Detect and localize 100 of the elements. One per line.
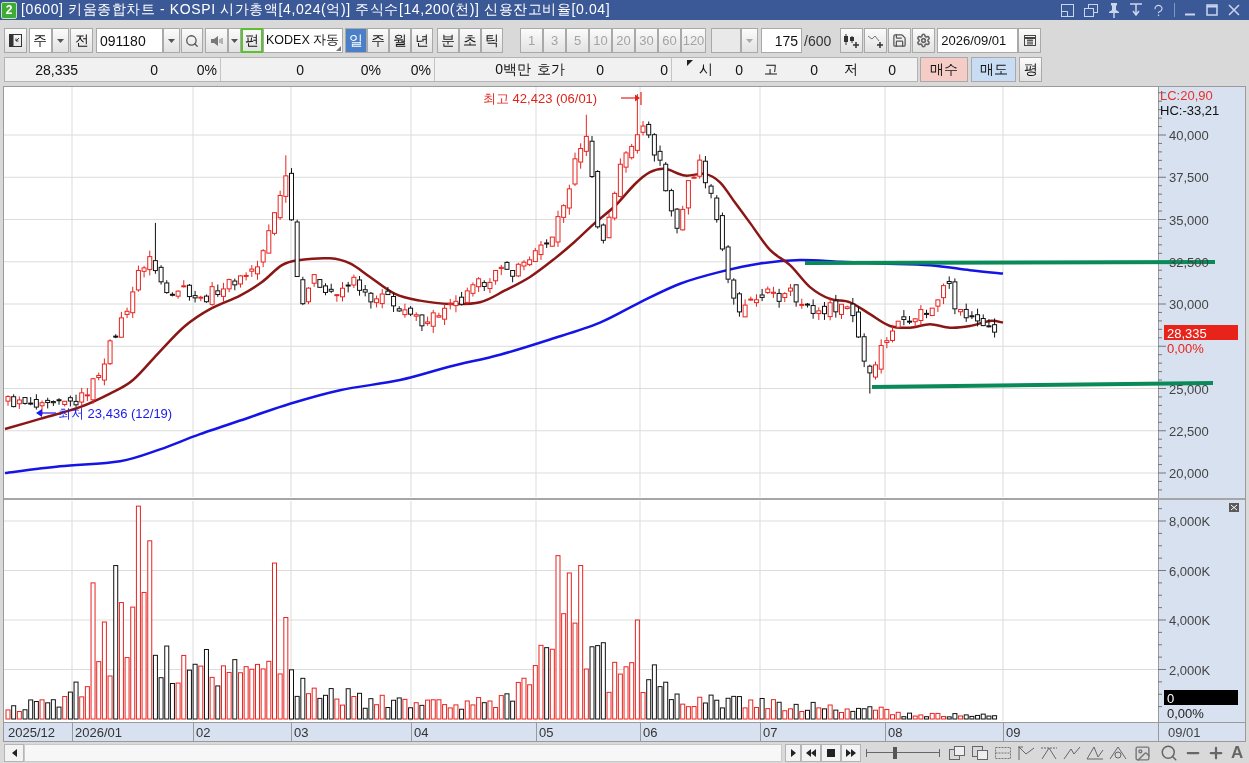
dropdown-button[interactable] (52, 28, 69, 53)
edit-button[interactable]: 편 (241, 28, 263, 53)
window-number-badge: 2 (1, 1, 17, 19)
dropdown-button[interactable] (163, 28, 180, 53)
next-button[interactable] (785, 744, 801, 762)
search-icon[interactable] (1160, 744, 1178, 762)
indicator-value: LC:20,90 (1160, 88, 1213, 103)
date-field[interactable]: 2026/09/01 (937, 28, 1019, 53)
volume-axis-label: 4,000K (1169, 613, 1211, 628)
pin-icon[interactable] (1129, 2, 1143, 18)
date-axis-label: 03 (294, 725, 309, 740)
caret-icon (746, 38, 753, 43)
fast-forward-button[interactable] (841, 744, 861, 762)
triangle-right-icon (790, 749, 796, 757)
candlestick-add-icon (843, 33, 861, 48)
caret-icon (231, 38, 238, 43)
indicator-value: HC:-33,21 (1160, 103, 1220, 118)
settings-icon (916, 33, 932, 48)
angled-line-icon[interactable] (1063, 745, 1082, 761)
save-icon (892, 33, 908, 48)
stock-code-field[interactable]: 091180 (96, 28, 163, 53)
quote-label: 저 (843, 59, 859, 79)
date-axis-label: 08 (888, 725, 903, 740)
triangle-left-icon (11, 749, 17, 757)
quote-label: 호가 (535, 59, 566, 79)
window-title: [0600] 키움종합차트 - KOSPI 시가총액[4,024(억)] 주식수[14,200(천)] 신용잔고비율[0.04] (21, 1, 611, 19)
stop-button[interactable] (821, 744, 841, 762)
windows-icon[interactable] (1083, 2, 1099, 18)
market-field[interactable]: 주 (29, 28, 52, 53)
quote-value: 0 (220, 58, 307, 81)
quote-value: 0 (734, 60, 744, 80)
rewind-icon (806, 749, 816, 757)
sound-button[interactable] (205, 28, 228, 53)
date-axis-label: 04 (414, 725, 429, 740)
caret-icon (168, 38, 175, 43)
pane-maximize-icon[interactable] (1229, 503, 1239, 512)
period-tab[interactable]: 초 (459, 28, 481, 53)
date-axis-label: 09 (1006, 725, 1021, 740)
calendar-button[interactable] (1018, 28, 1042, 53)
corner-flag-icon (687, 60, 693, 66)
image-icon[interactable] (1134, 744, 1151, 762)
period-tab[interactable]: 년 (411, 28, 433, 53)
text-tool-button[interactable]: A (1229, 744, 1246, 762)
rewind-button[interactable] (801, 744, 821, 762)
scroll-left-button[interactable] (4, 744, 24, 762)
add-line-button[interactable] (864, 28, 888, 53)
volume-axis-label: 2,000K (1169, 662, 1211, 678)
save-button[interactable] (888, 28, 912, 53)
quote-label: 고 (763, 59, 779, 79)
window-layout-icon[interactable] (1060, 2, 1075, 18)
quote-value: 28,335 (34, 60, 79, 80)
price-axis-label: 40,000 (1169, 128, 1209, 143)
date-axis-label: 06 (643, 725, 658, 740)
current-price-tag: 28,335 (1164, 325, 1238, 341)
pin-icon[interactable] (1107, 2, 1121, 18)
close-icon[interactable] (1227, 3, 1241, 17)
price-axis-label: 20,000 (1169, 466, 1209, 481)
line-add-icon (867, 33, 885, 48)
period-tab[interactable]: 월 (389, 28, 411, 53)
price-change-label: 0,00% (1167, 341, 1204, 356)
period-tab[interactable]: 일 (345, 28, 367, 53)
settings-button[interactable] (912, 28, 936, 53)
previous-button[interactable]: 전 (70, 28, 93, 53)
volume-axis-label: 8,000K (1169, 514, 1211, 529)
dropdown-button[interactable] (228, 28, 241, 53)
count-max-label: /600 (804, 32, 832, 49)
cursor-date-label: 09/01 (1168, 725, 1201, 740)
quote-value: 0 (887, 60, 897, 80)
count-field[interactable]: 175 (761, 28, 802, 53)
grid-icon[interactable] (994, 745, 1013, 761)
add-candle-button[interactable] (840, 28, 864, 53)
period-tab[interactable]: 주 (367, 28, 389, 53)
zoom-in-icon[interactable] (1207, 744, 1225, 762)
period-tab[interactable]: 분 (437, 28, 459, 53)
price-axis-label: 37,500 (1169, 170, 1209, 186)
quote-label: 시 (698, 59, 714, 79)
angled-line-icon[interactable] (1109, 745, 1128, 761)
two-squares-icon[interactable] (971, 745, 990, 761)
date-axis-label: 05 (539, 725, 554, 740)
angled-line-icon[interactable] (1086, 745, 1105, 761)
quote-value: 0백만 (434, 58, 534, 81)
stock-name-field[interactable]: KODEX 자동 (263, 28, 343, 53)
price-axis-label: 35,000 (1169, 212, 1209, 228)
sell-button[interactable]: 매도 (971, 57, 1016, 82)
layout-button[interactable] (4, 28, 27, 53)
search-button[interactable] (181, 28, 203, 53)
calendar-icon (1022, 34, 1037, 47)
buy-button[interactable]: 매수 (920, 57, 968, 82)
angled-line-icon[interactable] (1017, 745, 1036, 761)
slider-thumb[interactable] (892, 747, 897, 759)
quote-value: 0% (359, 60, 382, 80)
maximize-icon[interactable] (1205, 3, 1219, 17)
current-volume-tag: 0 (1164, 690, 1238, 706)
speaker-icon (209, 33, 224, 48)
two-squares-icon[interactable] (948, 745, 967, 761)
angled-line-icon[interactable] (1040, 745, 1059, 761)
period-tab[interactable]: 틱 (481, 28, 503, 53)
average-button[interactable]: 평 (1019, 57, 1042, 82)
panel-icon (8, 33, 23, 48)
search-icon (185, 33, 199, 48)
